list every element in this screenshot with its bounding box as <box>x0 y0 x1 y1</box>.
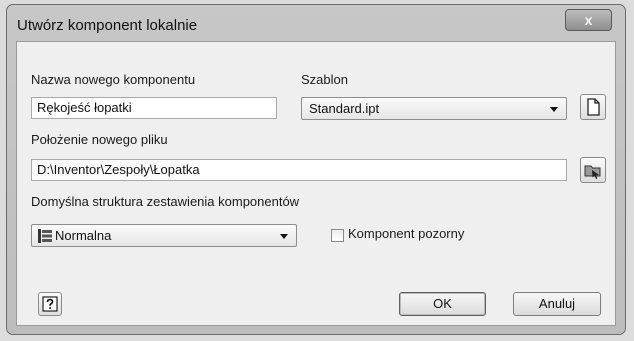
name-label: Nazwa nowego komponentu <box>31 72 196 87</box>
virtual-component-checkbox[interactable] <box>331 229 344 242</box>
chevron-down-icon <box>280 234 288 239</box>
bom-structure-icon <box>38 229 52 243</box>
bom-structure-select[interactable]: Normalna <box>31 224 297 247</box>
location-label: Położenie nowego pliku <box>31 132 168 147</box>
template-value: Standard.ipt <box>309 101 380 116</box>
component-name-input[interactable]: Rękojeść łopatki <box>31 97 277 119</box>
chevron-down-icon <box>550 107 558 112</box>
dialog-title: Utwórz komponent lokalnie <box>17 17 198 34</box>
dialog-content: Nazwa nowego komponentu Rękojeść łopatki… <box>16 41 616 326</box>
template-select[interactable]: Standard.ipt <box>301 97 567 120</box>
help-button[interactable] <box>38 292 62 316</box>
virtual-component-label[interactable]: Komponent pozorny <box>348 226 464 241</box>
title-bar[interactable]: Utwórz komponent lokalnie x <box>7 5 625 41</box>
bom-structure-label: Domyślna struktura zestawienia komponent… <box>31 194 300 209</box>
new-template-button[interactable] <box>580 94 606 120</box>
close-icon: x <box>584 12 593 28</box>
help-icon <box>42 296 58 312</box>
bom-structure-value: Normalna <box>55 228 112 243</box>
template-label: Szablon <box>301 72 348 87</box>
close-button[interactable]: x <box>565 9 612 31</box>
dialog-window: Utwórz komponent lokalnie x Nazwa nowego… <box>6 4 626 335</box>
cancel-button[interactable]: Anuluj <box>513 292 601 316</box>
browse-location-button[interactable] <box>580 157 606 183</box>
ok-button[interactable]: OK <box>399 292 486 316</box>
folder-browse-icon <box>584 165 601 179</box>
new-file-icon <box>587 98 600 116</box>
file-location-input[interactable]: D:\Inventor\Zespoły\Łopatka <box>31 159 567 181</box>
